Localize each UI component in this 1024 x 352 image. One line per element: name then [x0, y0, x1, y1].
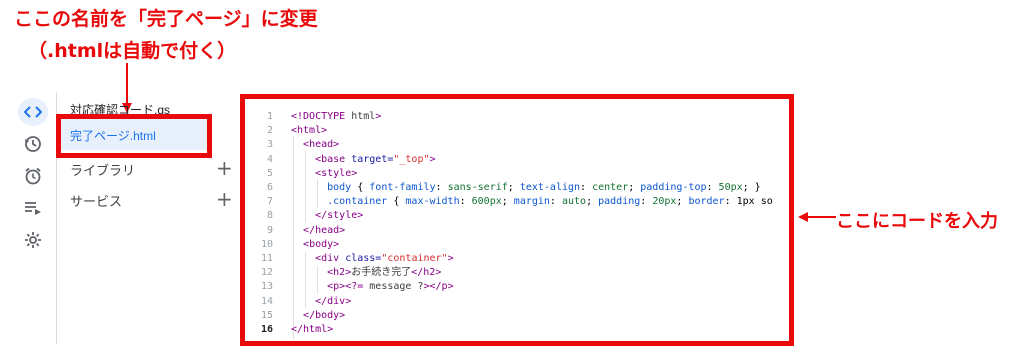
- left-rail: [14, 92, 52, 262]
- code-text: <p><?= message ?></p>: [327, 281, 454, 293]
- line-number: 10: [260, 238, 273, 250]
- annotation-rename-instruction: ここの名前を「完了ページ」に変更: [14, 8, 318, 30]
- alarm-icon[interactable]: [18, 162, 48, 190]
- code-line: 10 <body>: [245, 238, 785, 252]
- code-line: 9 </head>: [245, 224, 785, 238]
- code-text: <style>: [315, 167, 358, 179]
- code-editor[interactable]: 1 <!DOCTYPE html> 2 <html> 3 <head> 4 <base t…: [240, 94, 794, 346]
- code-line: 4 <base target="_top">: [245, 153, 785, 167]
- code-text: </body>: [303, 309, 346, 321]
- annotation-enter-code: ここにコードを入力: [836, 211, 998, 232]
- code-text: body { font-family: sans-serif; text-ali…: [327, 182, 761, 193]
- code-text: </style>: [315, 210, 364, 222]
- code-text: <head>: [303, 139, 340, 151]
- line-number: 8: [266, 210, 273, 222]
- code-text: <base target="_top">: [315, 153, 436, 165]
- add-service-button[interactable]: +: [216, 189, 233, 209]
- libraries-section-label: ライブラリ: [70, 163, 136, 178]
- code-text: <h2>お手続き完了</h2>: [327, 267, 442, 279]
- line-number: 16: [260, 324, 273, 335]
- code-line: 16 </html>: [245, 323, 785, 337]
- line-number: 2: [266, 125, 273, 137]
- line-number: 5: [266, 167, 273, 179]
- code-line: 12 <h2>お手続き完了</h2>: [245, 266, 785, 280]
- line-number: 15: [260, 309, 273, 321]
- annotation-html-extension-note: （.htmlは自動で付く）: [28, 40, 237, 62]
- line-number: 14: [260, 295, 273, 307]
- code-line: 3 <head>: [245, 138, 785, 152]
- code-line: 2 <html>: [245, 124, 785, 138]
- code-line: 13 <p><?= message ?></p>: [245, 280, 785, 294]
- line-number: 3: [266, 139, 273, 151]
- line-number: 7: [266, 196, 273, 208]
- line-number: 11: [260, 253, 273, 264]
- code-text: <!DOCTYPE html>: [291, 111, 382, 122]
- code-line: 5 <style>: [245, 167, 785, 181]
- code-text: </html>: [291, 324, 334, 335]
- line-number: 13: [260, 281, 273, 293]
- history-icon[interactable]: [18, 130, 48, 158]
- code-text: </div>: [315, 295, 352, 307]
- code-line: 7 .container { max-width: 600px; margin:…: [245, 195, 785, 209]
- services-section-label: サービス: [70, 194, 123, 209]
- code-line: 14 </div>: [245, 295, 785, 309]
- annotation-arrow-left: [798, 212, 836, 222]
- code-line: 6 body { font-family: sans-serif; text-a…: [245, 181, 785, 195]
- line-number: 6: [266, 182, 273, 193]
- code-icon[interactable]: [18, 98, 48, 126]
- code-line: 8 </style>: [245, 209, 785, 223]
- code-line: 15 </body>: [245, 309, 785, 323]
- line-number: 4: [266, 153, 273, 165]
- line-number: 12: [260, 267, 273, 279]
- playlist-icon[interactable]: [18, 194, 48, 222]
- code-line: 1 <!DOCTYPE html>: [245, 110, 785, 124]
- add-library-button[interactable]: +: [216, 158, 233, 178]
- settings-icon[interactable]: [18, 226, 48, 254]
- code-text: <body>: [303, 238, 340, 250]
- code-text: <div class="container">: [315, 253, 454, 264]
- line-number: 1: [266, 111, 273, 122]
- code-text: .container { max-width: 600px; margin: a…: [327, 196, 773, 208]
- code-text: </head>: [303, 224, 346, 236]
- code-text: <html>: [291, 125, 328, 137]
- code-line: 11 <div class="container">: [245, 252, 785, 266]
- line-number: 9: [266, 224, 273, 236]
- annotation-file-highlight-box: [56, 114, 212, 158]
